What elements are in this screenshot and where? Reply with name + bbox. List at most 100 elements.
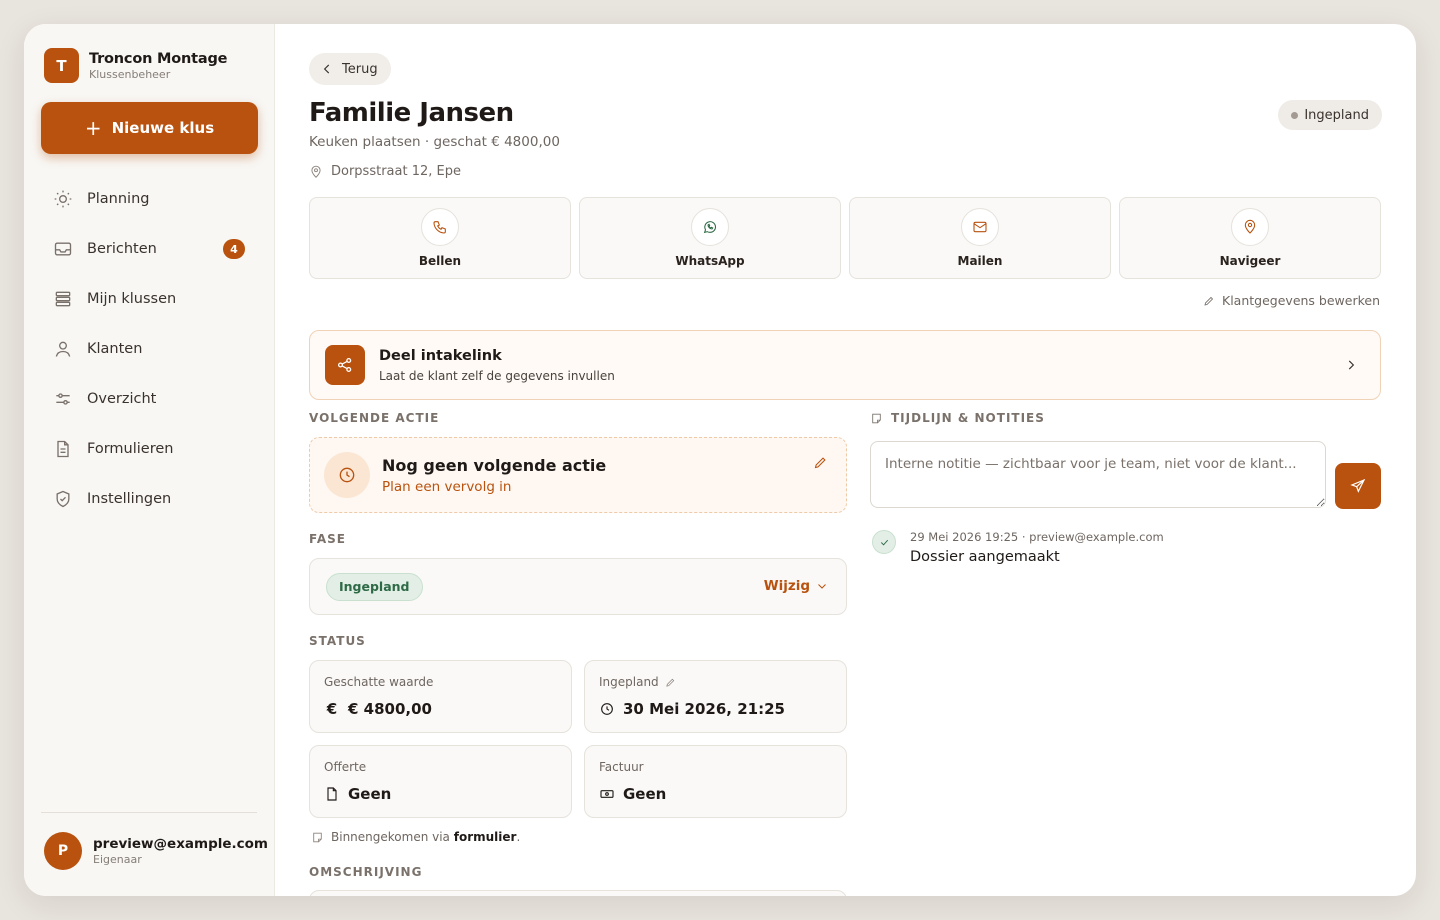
phase-badge: Ingepland bbox=[326, 572, 423, 601]
clock-icon bbox=[601, 703, 613, 715]
whatsapp-icon bbox=[703, 221, 716, 234]
change-phase-label: Wijzig bbox=[763, 578, 810, 594]
chevron-down-icon bbox=[818, 584, 826, 589]
back-button[interactable]: Terug bbox=[309, 53, 391, 85]
edit-client-link[interactable]: Klantgegevens bewerken bbox=[1203, 293, 1380, 308]
avatar: P bbox=[44, 832, 82, 870]
stat-value: 30 Mei 2026, 21:25 bbox=[623, 700, 785, 718]
status-grid: Geschatte waarde € € 4800,00 Ingepland 3… bbox=[309, 660, 847, 818]
intake-title: Deel intakelink bbox=[379, 347, 502, 364]
stat-value: Geen bbox=[623, 785, 667, 803]
stat-label: Offerte bbox=[324, 760, 367, 774]
stat-label: Geschatte waarde bbox=[324, 675, 434, 689]
user-icon bbox=[55, 341, 71, 357]
sidebar-item-label: Klanten bbox=[87, 341, 143, 357]
pencil-icon[interactable] bbox=[665, 677, 676, 688]
sidebar: T Troncon Montage Klussenbeheer + Nieuwe… bbox=[24, 24, 275, 896]
stat-label-row: Ingepland bbox=[599, 675, 846, 689]
sun-icon bbox=[54, 190, 72, 208]
action-label: Navigeer bbox=[1219, 254, 1281, 268]
change-phase-button[interactable]: Wijzig bbox=[764, 578, 828, 594]
call-button[interactable]: Bellen bbox=[309, 197, 571, 279]
sidebar-item-klanten[interactable]: Klanten bbox=[41, 324, 258, 374]
brand-logo: T bbox=[44, 48, 79, 83]
stat-value: € 4800,00 bbox=[348, 700, 432, 718]
sidebar-item-planning[interactable]: Planning bbox=[41, 174, 258, 224]
status-text: Ingepland bbox=[1304, 107, 1369, 123]
page-title: Familie Jansen bbox=[309, 98, 514, 128]
clock-icon bbox=[339, 467, 355, 483]
intake-icon-wrap bbox=[325, 345, 365, 385]
sliders-icon bbox=[56, 393, 70, 405]
scheduled-card[interactable]: Ingepland 30 Mei 2026, 21:25 bbox=[584, 660, 847, 733]
share-icon bbox=[337, 357, 352, 373]
description-card bbox=[309, 890, 847, 896]
app-window: T Troncon Montage Klussenbeheer + Nieuwe… bbox=[24, 24, 1416, 896]
source-name: formulier bbox=[453, 830, 517, 844]
brand-subtitle: Klussenbeheer bbox=[89, 67, 171, 81]
sidebar-item-label: Instellingen bbox=[87, 491, 172, 507]
phase-card: Ingepland Wijzig bbox=[309, 558, 847, 615]
sidebar-nav: Planning Berichten 4 Mijn klussen Klante… bbox=[41, 174, 258, 524]
status-heading: Status bbox=[309, 634, 366, 648]
sidebar-item-berichten[interactable]: Berichten 4 bbox=[41, 224, 258, 274]
new-job-button[interactable]: + Nieuwe klus bbox=[41, 102, 258, 154]
estimated-value-card: Geschatte waarde € € 4800,00 bbox=[309, 660, 572, 733]
map-pin-icon bbox=[311, 165, 321, 178]
description-heading: Omschrijving bbox=[309, 865, 423, 879]
timeline-text: Dossier aangemaakt bbox=[910, 549, 1060, 565]
action-label: Mailen bbox=[957, 254, 1003, 268]
timeline-item: 29 Mei 2026 19:25 · preview@example.com … bbox=[872, 530, 1164, 565]
brand-name: Troncon Montage bbox=[89, 50, 228, 67]
stack-icon bbox=[55, 291, 71, 307]
sidebar-item-mijn-klussen[interactable]: Mijn klussen bbox=[41, 274, 258, 324]
invoice-card[interactable]: Factuur Geen bbox=[584, 745, 847, 818]
source-prefix: Binnengekomen via bbox=[331, 830, 450, 844]
contact-actions: Bellen WhatsApp Mailen Navigeer bbox=[309, 197, 1381, 279]
sidebar-item-label: Overzicht bbox=[87, 391, 157, 407]
navigate-button[interactable]: Navigeer bbox=[1119, 197, 1381, 279]
share-intake-link-card[interactable]: Deel intakelink Laat de klant zelf de ge… bbox=[309, 330, 1381, 400]
euro-icon: € bbox=[326, 700, 338, 718]
sidebar-item-label: Berichten bbox=[87, 241, 157, 257]
map-pin-icon bbox=[1244, 219, 1256, 234]
back-label: Terug bbox=[342, 61, 378, 77]
chevron-right-icon bbox=[1348, 360, 1355, 370]
internal-note-input[interactable] bbox=[870, 441, 1326, 508]
address: Dorpsstraat 12, Epe bbox=[309, 164, 461, 179]
document-icon bbox=[327, 787, 337, 801]
quote-card[interactable]: Offerte Geen bbox=[309, 745, 572, 818]
user-role: Eigenaar bbox=[93, 853, 142, 866]
next-action-card[interactable]: Nog geen volgende actie Plan een vervolg… bbox=[309, 437, 847, 513]
plus-icon: + bbox=[84, 116, 102, 140]
action-label: WhatsApp bbox=[675, 254, 745, 268]
user-profile[interactable]: P preview@example.com Eigenaar bbox=[44, 832, 268, 870]
timeline-heading: Tijdlijn & notities bbox=[870, 411, 1045, 425]
sidebar-item-label: Mijn klussen bbox=[87, 291, 177, 307]
next-action-heading: Volgende actie bbox=[309, 411, 440, 425]
stat-label: Ingepland bbox=[599, 675, 659, 689]
sidebar-item-label: Planning bbox=[87, 191, 150, 207]
next-action-title: Nog geen volgende actie bbox=[382, 455, 607, 475]
chevron-left-icon bbox=[323, 64, 330, 74]
action-icon-wrap bbox=[691, 208, 729, 246]
mail-button[interactable]: Mailen bbox=[849, 197, 1111, 279]
send-note-button[interactable] bbox=[1335, 463, 1381, 509]
stat-label: Factuur bbox=[599, 760, 644, 774]
phase-heading: Fase bbox=[309, 532, 346, 546]
intake-subtitle: Laat de klant zelf de gegevens invullen bbox=[379, 368, 615, 383]
next-action-subtitle: Plan een vervolg in bbox=[382, 478, 512, 495]
sidebar-item-instellingen[interactable]: Instellingen bbox=[41, 474, 258, 524]
phone-icon bbox=[433, 221, 446, 234]
status-badge: Ingepland bbox=[1278, 100, 1382, 130]
timeline-heading-text: Tijdlijn & notities bbox=[891, 411, 1045, 425]
source-suffix: . bbox=[516, 830, 521, 844]
sidebar-item-formulieren[interactable]: Formulieren bbox=[41, 424, 258, 474]
pencil-icon[interactable] bbox=[813, 455, 828, 470]
note-icon bbox=[872, 413, 881, 423]
sidebar-item-overzicht[interactable]: Overzicht bbox=[41, 374, 258, 424]
whatsapp-button[interactable]: WhatsApp bbox=[579, 197, 841, 279]
action-icon-wrap bbox=[421, 208, 459, 246]
file-icon bbox=[57, 440, 69, 458]
page-subtitle: Keuken plaatsen · geschat € 4800,00 bbox=[309, 134, 560, 150]
